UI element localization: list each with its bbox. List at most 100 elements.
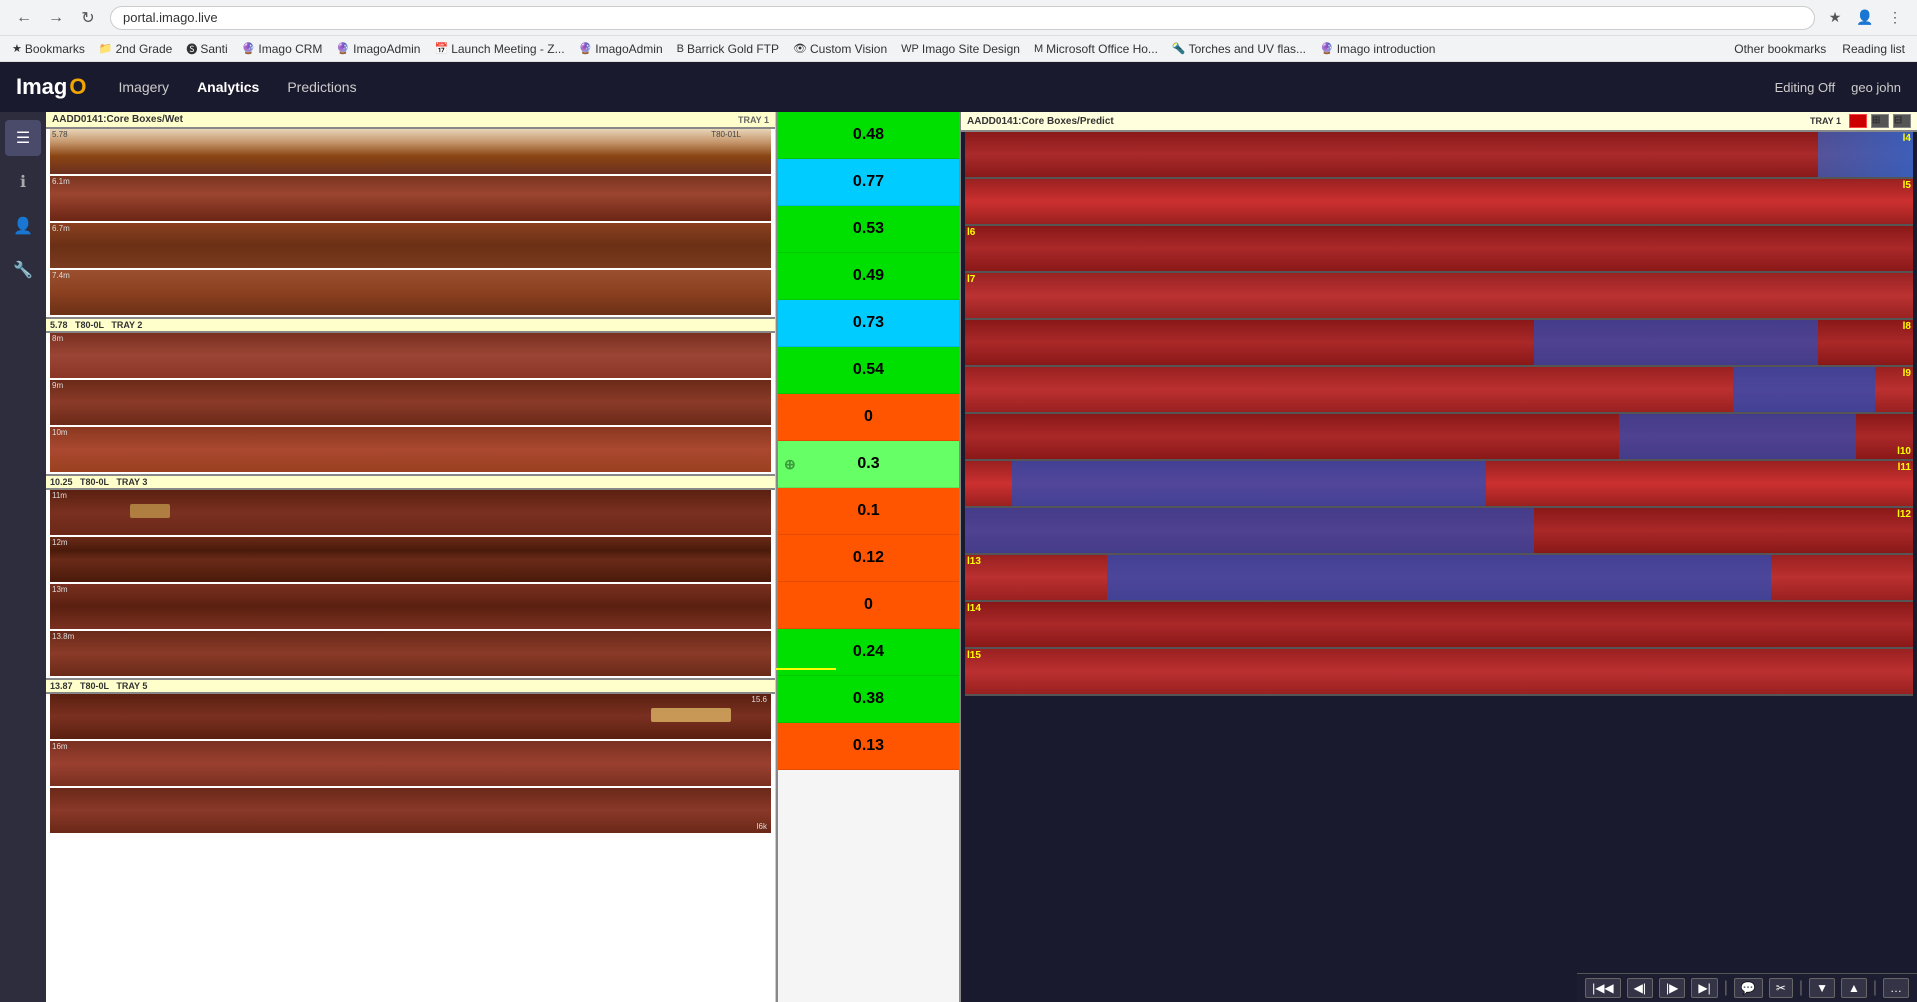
core-row: 13m <box>50 584 771 631</box>
skip-end-button[interactable]: ▶| <box>1691 978 1717 998</box>
bookmark-launch-meeting[interactable]: 📅 Launch Meeting - Z... <box>430 40 568 58</box>
separator-2: | <box>1799 979 1803 997</box>
row-label-5: l5 <box>1903 180 1911 191</box>
pred-row-9: l9 <box>965 367 1913 414</box>
depth-label: 12m <box>52 538 68 547</box>
browser-bar: ← → ↻ ★ 👤 ⋮ <box>0 0 1917 36</box>
score-cell-1: 0.48 <box>778 112 959 159</box>
sidebar-menu-icon[interactable]: ☰ <box>5 120 41 156</box>
score-value-11: 0 <box>864 596 873 614</box>
cut-button[interactable]: ✂ <box>1769 978 1793 998</box>
bookmark-imago-admin-2[interactable]: 🔮 ImagoAdmin <box>575 40 667 58</box>
row-label-15: l15 <box>967 650 981 661</box>
more-button[interactable]: … <box>1883 978 1909 998</box>
forward-button[interactable]: → <box>42 4 70 32</box>
back-button[interactable]: ← <box>10 4 38 32</box>
pred-row-12: l12 <box>965 508 1913 555</box>
right-header-title: AADD0141:Core Boxes/Predict <box>967 116 1114 127</box>
nav-buttons[interactable]: ← → ↻ <box>10 4 102 32</box>
row-label-11: l11 <box>1898 462 1911 473</box>
bottom-controls: |◀◀ ◀| |▶ ▶| | 💬 ✂ | ▼ ▲ | … <box>1577 973 1917 1002</box>
predicted-cores: l4 l5 l6 l7 <box>961 132 1917 696</box>
bookmark-imago-site[interactable]: WP Imago Site Design <box>897 40 1024 58</box>
logo-dot: O <box>69 74 86 100</box>
bookmarks-bar: ★ Bookmarks 📁 2nd Grade 🅢 Santi 🔮 Imago … <box>0 36 1917 62</box>
core-row: 7.4m <box>50 270 771 317</box>
browser-icons: ★ 👤 ⋮ <box>1823 6 1907 30</box>
pred-row-5: l5 <box>965 179 1913 226</box>
depth-label: 10m <box>52 428 68 437</box>
sidebar-user-icon[interactable]: 👤 <box>5 208 41 244</box>
address-bar[interactable] <box>110 6 1815 30</box>
pred-row-8: l8 <box>965 320 1913 367</box>
bookmark-microsoft-office[interactable]: M Microsoft Office Ho... <box>1030 40 1162 58</box>
depth-label: 7.4m <box>52 271 70 280</box>
menu-icon[interactable]: ⋮ <box>1883 6 1907 30</box>
bookmarks-menu[interactable]: ★ Bookmarks <box>8 40 89 58</box>
skip-start-button[interactable]: |◀◀ <box>1585 978 1621 998</box>
right-header-controls: ⊞ ⊟ <box>1849 114 1911 128</box>
nav-imagery[interactable]: Imagery <box>106 73 181 101</box>
next-button[interactable]: |▶ <box>1659 978 1685 998</box>
align-up-button[interactable]: ▲ <box>1841 978 1867 998</box>
score-value-9: 0.1 <box>857 502 879 520</box>
grid-btn[interactable]: ⊞ <box>1871 114 1889 128</box>
comment-button[interactable]: 💬 <box>1734 978 1763 998</box>
score-cell-12: 0.24 <box>778 629 959 676</box>
score-cell-5: 0.73 <box>778 300 959 347</box>
pred-row-10: l10 <box>965 414 1913 461</box>
pred-row-4: l4 <box>965 132 1913 179</box>
depth-label: 13.8m <box>52 632 74 641</box>
extensions-icon[interactable]: ★ <box>1823 6 1847 30</box>
header-right: Editing Off geo john <box>1775 80 1901 95</box>
sidebar-info-icon[interactable]: ℹ <box>5 164 41 200</box>
row-label-10: l10 <box>1897 446 1911 457</box>
depth-label: 16m <box>52 742 68 751</box>
depth-label: 6.1m <box>52 177 70 186</box>
nav-menu: Imagery Analytics Predictions <box>106 73 368 101</box>
score-value-8: 0.3 <box>857 455 879 473</box>
bookmark-imago-crm[interactable]: 🔮 Imago CRM <box>238 40 327 58</box>
tray-2-label: 5.78 <box>50 320 68 330</box>
pred-row-11: l11 <box>965 461 1913 508</box>
score-cell-7: 0 <box>778 394 959 441</box>
tray-label-1: T80-01L <box>711 130 741 139</box>
row-label-9: l9 <box>1903 368 1911 379</box>
score-value-1: 0.48 <box>853 126 884 144</box>
left-panel: AADD0141:Core Boxes/Wet TRAY 1 5.78 T80-… <box>46 112 776 1002</box>
tray-5-header: 13.87 T80-0L TRAY 5 <box>46 678 775 694</box>
close-btn[interactable] <box>1849 114 1867 128</box>
other-bookmarks[interactable]: Other bookmarks <box>1730 40 1830 58</box>
refresh-button[interactable]: ↻ <box>74 4 102 32</box>
depth-label: 13m <box>52 585 68 594</box>
profile-icon[interactable]: 👤 <box>1853 6 1877 30</box>
bookmark-torches[interactable]: 🔦 Torches and UV flas... <box>1168 40 1310 58</box>
bookmark-imago-intro[interactable]: 🔮 Imago introduction <box>1316 40 1439 58</box>
prev-button[interactable]: ◀| <box>1627 978 1653 998</box>
settings-btn[interactable]: ⊟ <box>1893 114 1911 128</box>
tray-5-label: 13.87 <box>50 681 73 691</box>
pred-row-13: l13 <box>965 555 1913 602</box>
nav-predictions[interactable]: Predictions <box>275 73 368 101</box>
row-label-8: l8 <box>1903 321 1911 332</box>
depth-label: 6.7m <box>52 224 70 233</box>
bookmark-imago-admin[interactable]: 🔮 ImagoAdmin <box>332 40 424 58</box>
reading-list[interactable]: Reading list <box>1838 40 1909 58</box>
align-down-button[interactable]: ▼ <box>1809 978 1835 998</box>
bookmark-2nd-grade[interactable]: 📁 2nd Grade <box>95 40 176 58</box>
editing-status: Editing Off <box>1775 80 1835 95</box>
core-row: 12m <box>50 537 771 584</box>
nav-analytics[interactable]: Analytics <box>185 73 271 101</box>
score-value-3: 0.53 <box>853 220 884 238</box>
score-value-13: 0.38 <box>853 690 884 708</box>
right-panel-header: AADD0141:Core Boxes/Predict TRAY 1 ⊞ ⊟ <box>961 112 1917 132</box>
bookmark-santi[interactable]: 🅢 Santi <box>182 39 231 59</box>
bookmark-barrick[interactable]: B Barrick Gold FTP <box>673 40 783 58</box>
core-row: 6.7m <box>50 223 771 270</box>
core-row: 15.6 <box>50 694 771 741</box>
app-logo: ImagO <box>16 74 86 100</box>
bookmark-custom-vision[interactable]: 👁 Custom Vision <box>789 40 891 58</box>
sidebar-tools-icon[interactable]: 🔧 <box>5 252 41 288</box>
score-cell-3: 0.53 <box>778 206 959 253</box>
drag-handle[interactable]: ⊕ <box>784 456 796 473</box>
